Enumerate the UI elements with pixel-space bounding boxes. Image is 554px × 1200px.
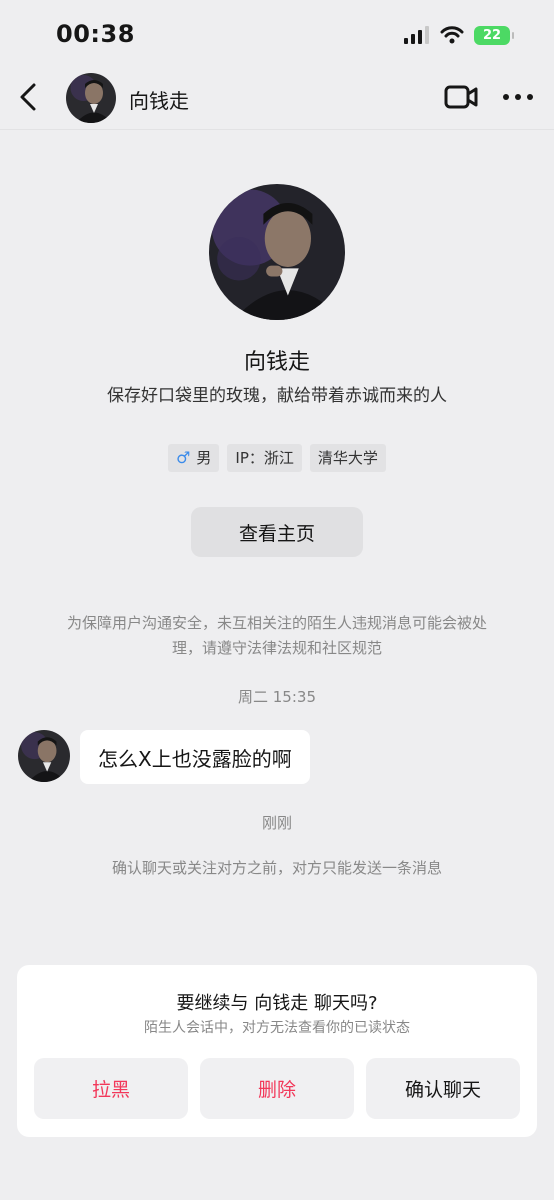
gender-label: 男 — [196, 449, 212, 467]
signal-icon — [404, 26, 429, 44]
wifi-icon — [440, 26, 464, 44]
profile-name: 向钱走 — [243, 350, 310, 375]
view-homepage-button[interactable]: 查看主页 — [191, 507, 363, 557]
message-timestamp: 周二 15:35 — [238, 688, 316, 706]
safety-notice: 为保障用户沟通安全，未互相关注的陌生人违规消息可能会被处理，请遵守法律法规和社区… — [66, 614, 487, 657]
profile-tags: ♂ 男 IP：浙江 清华大学 — [0, 444, 554, 472]
sender-avatar[interactable] — [18, 730, 70, 782]
battery-level: 22 — [482, 27, 502, 43]
profile-bio: 保存好口袋里的玫瑰，献给带着赤诚而来的人 — [107, 386, 447, 406]
chat-header: 向钱走 — [0, 66, 554, 130]
delete-button[interactable]: 删除 — [200, 1058, 354, 1119]
ip-tag: IP：浙江 — [227, 444, 302, 472]
header-divider — [0, 129, 554, 130]
back-icon[interactable] — [14, 82, 44, 112]
male-icon: ♂ — [176, 448, 191, 467]
battery-icon: 22 — [474, 25, 514, 45]
more-icon[interactable] — [502, 84, 534, 110]
just-now-label: 刚刚 — [261, 814, 292, 832]
message-bubble[interactable]: 怎么X上也没露脸的啊 — [80, 730, 310, 784]
status-time: 00:38 — [56, 20, 135, 48]
confirm-chat-button[interactable]: 确认聊天 — [366, 1058, 520, 1119]
header-name[interactable]: 向钱走 — [129, 85, 189, 114]
profile-avatar[interactable] — [209, 184, 345, 320]
gender-tag: ♂ 男 — [168, 444, 220, 472]
continue-chat-card: 要继续与 向钱走 聊天吗? 陌生人会话中，对方无法查看你的已读状态 拉黑 删除 … — [17, 965, 537, 1137]
card-title: 要继续与 向钱走 聊天吗? — [176, 993, 378, 1014]
video-call-icon[interactable] — [444, 84, 478, 110]
header-avatar[interactable] — [66, 73, 116, 123]
card-subtitle: 陌生人会话中，对方无法查看你的已读状态 — [144, 1020, 410, 1036]
status-icons: 22 — [404, 24, 514, 46]
block-button[interactable]: 拉黑 — [34, 1058, 188, 1119]
message-limit-notice: 确认聊天或关注对方之前，对方只能发送一条消息 — [111, 859, 442, 877]
school-tag: 清华大学 — [309, 444, 386, 472]
